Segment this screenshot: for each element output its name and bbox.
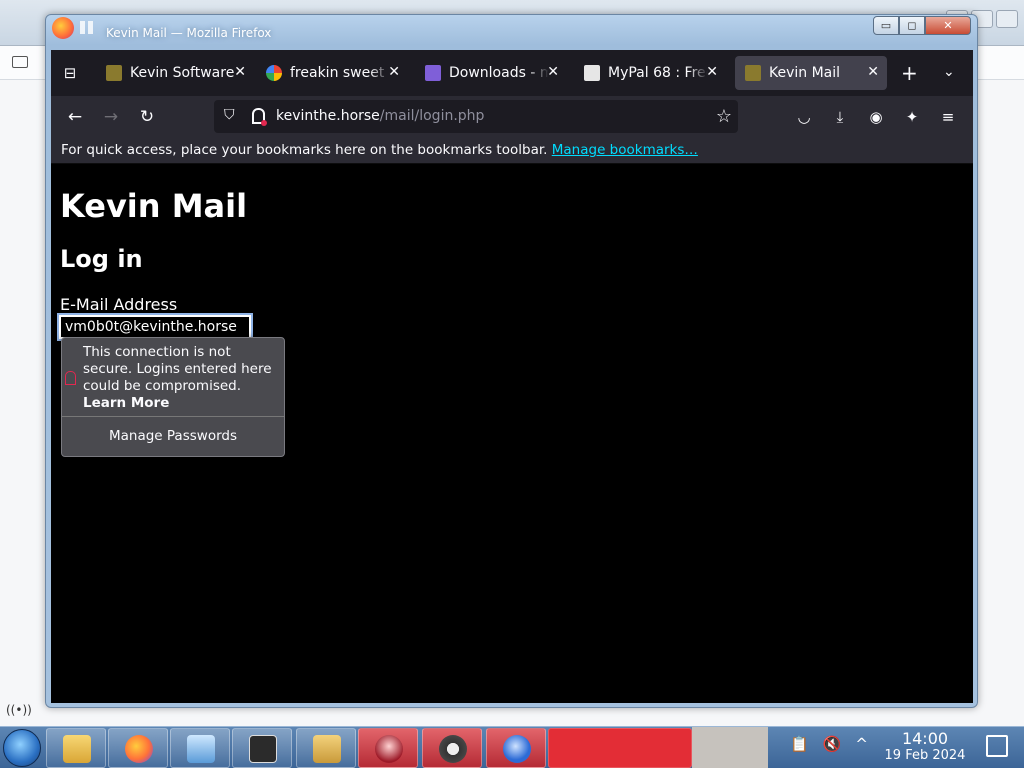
page-title: Kevin Mail xyxy=(60,187,248,225)
insecure-lock-icon[interactable] xyxy=(252,108,267,126)
tab-kevin-software[interactable]: Kevin Software ✕ xyxy=(96,56,254,90)
tab-downloads[interactable]: Downloads - m ✕ xyxy=(415,56,567,90)
tab-mypal[interactable]: MyPal 68 : Free ✕ xyxy=(574,56,726,90)
tab-favicon-icon xyxy=(425,65,441,81)
taskbar-wine[interactable] xyxy=(358,728,418,768)
taskbar-raccoon-app[interactable] xyxy=(422,728,482,768)
tab-freakin-sweet[interactable]: freakin sweet - ✕ xyxy=(256,56,408,90)
account-icon[interactable]: ◉ xyxy=(865,106,887,128)
url-text[interactable]: kevinthe.horse/mail/login.php xyxy=(276,108,484,124)
login-heading: Log in xyxy=(60,245,143,273)
clipboard-icon[interactable]: 📋 xyxy=(790,735,809,753)
manage-passwords-button[interactable]: Manage Passwords xyxy=(62,420,284,452)
tray-expand-icon[interactable]: ^ xyxy=(855,735,868,753)
tab-favicon-icon xyxy=(745,65,761,81)
firefox-logo-icon xyxy=(52,17,74,39)
close-button[interactable]: ✕ xyxy=(925,16,971,35)
taskbar-file-manager[interactable] xyxy=(46,728,106,768)
close-tab-icon[interactable]: ✕ xyxy=(388,64,400,80)
taskbar-thunderbird[interactable] xyxy=(486,728,546,768)
back-button[interactable]: ← xyxy=(64,106,86,128)
navigation-toolbar: ← → ↻ ⛉ kevinthe.horse/mail/login.php ☆ … xyxy=(51,96,973,138)
computer-icon xyxy=(187,735,215,763)
bookmark-star-icon[interactable]: ☆ xyxy=(716,106,732,127)
insecure-warning-text: This connection is not secure. Logins en… xyxy=(83,344,283,412)
close-tab-icon[interactable]: ✕ xyxy=(867,64,879,80)
pocket-icon[interactable]: ◡ xyxy=(793,106,815,128)
email-label: E-Mail Address xyxy=(60,295,178,314)
page-content: Kevin Mail Log in E-Mail Address This co… xyxy=(51,165,973,703)
learn-more-link[interactable]: Learn More xyxy=(83,395,283,412)
taskbar-window-thumbnail[interactable] xyxy=(692,727,768,768)
tab-kevin-mail[interactable]: Kevin Mail ✕ xyxy=(735,56,887,90)
url-path: /mail/login.php xyxy=(379,108,485,124)
url-domain: kevinthe.horse xyxy=(276,108,380,124)
taskbar-archive[interactable] xyxy=(296,728,356,768)
minimize-button[interactable]: ▭ xyxy=(873,16,899,35)
folder-icon xyxy=(63,735,91,763)
list-all-tabs-icon[interactable]: ⌄ xyxy=(943,64,955,80)
hamburger-menu-icon[interactable]: ≡ xyxy=(937,106,959,128)
close-tab-icon[interactable]: ✕ xyxy=(706,64,718,80)
package-icon xyxy=(313,735,341,763)
taskbar-terminal[interactable] xyxy=(232,728,292,768)
tracking-protection-shield-icon[interactable]: ⛉ xyxy=(224,107,240,125)
close-tab-icon[interactable]: ✕ xyxy=(547,64,559,80)
google-favicon-icon xyxy=(266,65,282,81)
insecure-login-popup: This connection is not secure. Logins en… xyxy=(61,337,285,457)
firefox-window: Kevin Mail — Mozilla Firefox ▭ ◻ ✕ ⊟ Kev… xyxy=(45,14,978,708)
window-title: Kevin Mail — Mozilla Firefox xyxy=(106,26,272,40)
downloads-icon[interactable]: ⤓ xyxy=(829,106,851,128)
email-field[interactable] xyxy=(57,313,253,341)
taskbar-clock[interactable]: 14:00 19 Feb 2024 xyxy=(870,729,980,763)
extensions-icon[interactable]: ✦ xyxy=(901,106,923,128)
bookmarks-toolbar: For quick access, place your bookmarks h… xyxy=(51,138,973,164)
raccoon-icon xyxy=(439,735,467,763)
wireless-signal-icon: ((•)) xyxy=(6,703,32,717)
taskbar-system[interactable] xyxy=(170,728,230,768)
show-desktop-button[interactable] xyxy=(986,735,1008,757)
close-button[interactable] xyxy=(996,10,1018,28)
window-titlebar[interactable]: Kevin Mail — Mozilla Firefox ▭ ◻ ✕ xyxy=(46,15,977,51)
taskbar-firefox[interactable] xyxy=(108,728,168,768)
start-button[interactable] xyxy=(3,729,41,767)
new-tab-button[interactable]: + xyxy=(901,63,918,83)
forward-button[interactable]: → xyxy=(100,106,122,128)
tab-title: freakin sweet - xyxy=(290,65,390,81)
insecure-warning-message: This connection is not secure. Logins en… xyxy=(83,344,272,394)
insecure-lock-icon xyxy=(65,371,76,385)
browser-viewport: ⊟ Kevin Software ✕ freakin sweet - ✕ Dow… xyxy=(51,50,973,703)
system-tray: 📋 🔇 ^ xyxy=(790,735,868,753)
tab-favicon-icon xyxy=(106,65,122,81)
tab-strip: ⊟ Kevin Software ✕ freakin sweet - ✕ Dow… xyxy=(51,50,973,96)
archive-favicon-icon xyxy=(584,65,600,81)
volume-muted-icon[interactable]: 🔇 xyxy=(823,735,842,753)
tab-title: Kevin Software xyxy=(130,65,235,81)
tab-title: Downloads - m xyxy=(449,65,549,81)
window-controls: ▭ ◻ ✕ xyxy=(873,16,971,35)
taskbar-window-preview[interactable] xyxy=(548,728,692,768)
app-grid-icon[interactable] xyxy=(80,21,93,34)
bookmarks-toolbar-message: For quick access, place your bookmarks h… xyxy=(61,142,548,158)
clock-time: 14:00 xyxy=(901,729,949,748)
wine-glass-icon xyxy=(375,735,403,763)
firefox-icon xyxy=(125,735,153,763)
clock-date: 19 Feb 2024 xyxy=(884,748,966,763)
folder-icon[interactable] xyxy=(12,56,28,68)
url-bar[interactable]: ⛉ kevinthe.horse/mail/login.php ☆ xyxy=(214,100,738,133)
divider xyxy=(62,416,284,417)
firefox-view-icon[interactable]: ⊟ xyxy=(61,64,79,82)
manage-bookmarks-link[interactable]: Manage bookmarks… xyxy=(552,142,698,158)
terminal-icon xyxy=(249,735,277,763)
maximize-button[interactable]: ◻ xyxy=(899,16,925,35)
tab-title: MyPal 68 : Free xyxy=(608,65,708,81)
reload-button[interactable]: ↻ xyxy=(136,106,158,128)
taskbar: 📋 🔇 ^ 14:00 19 Feb 2024 xyxy=(0,726,1024,768)
close-tab-icon[interactable]: ✕ xyxy=(234,64,246,80)
thunderbird-icon xyxy=(503,735,531,763)
